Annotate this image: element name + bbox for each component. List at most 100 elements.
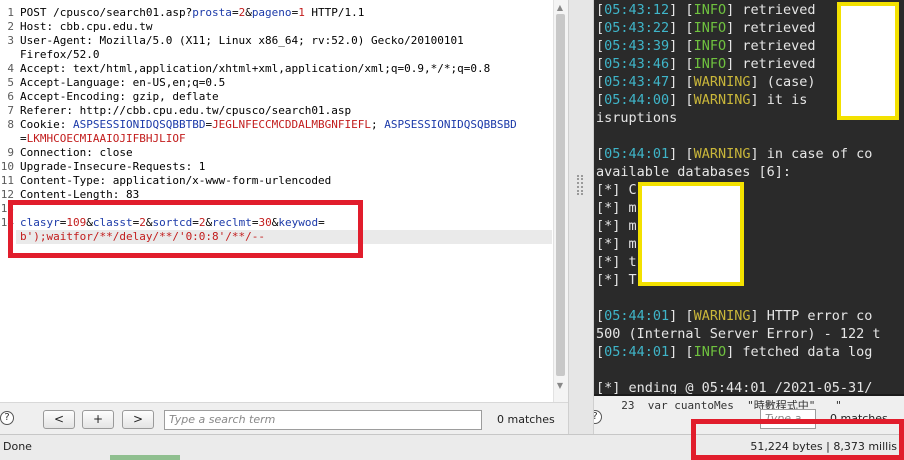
terminal-line: [05:43:46] [INFO] retrieved xyxy=(596,55,815,73)
request-token: prosta xyxy=(192,6,232,19)
terminal-token: [ xyxy=(596,2,605,18)
request-token: pageno xyxy=(251,6,292,19)
search-match-count: 0 matches xyxy=(497,413,555,426)
terminal-line: [05:43:39] [INFO] retrieved xyxy=(596,37,815,55)
terminal-token: [ xyxy=(596,146,605,162)
terminal-token: WARNING xyxy=(693,92,751,108)
search-add-button[interactable]: + xyxy=(82,410,114,429)
terminal-token: ] it is xyxy=(750,92,808,108)
terminal-line: [05:44:01] [INFO] fetched data log xyxy=(596,343,872,361)
search-prev-button[interactable]: < xyxy=(43,410,75,429)
sqlmap-terminal: [05:43:12] [INFO] retrieved [05:43:22] [I… xyxy=(594,0,904,396)
terminal-line: [*] m xyxy=(596,235,637,253)
terminal-token: ] retrieved xyxy=(726,2,816,18)
help-icon[interactable]: ? xyxy=(0,411,14,425)
request-line: Cookie: ASPSESSIONIDQSQBBTBD=JEGLNFECCMC… xyxy=(20,118,517,132)
terminal-line: [05:43:12] [INFO] retrieved xyxy=(596,1,815,19)
terminal-token: ] [ xyxy=(669,74,694,90)
terminal-line: [*] C xyxy=(596,181,637,199)
request-token: Accept-Language: en-US,en;q=0.5 xyxy=(20,76,226,89)
terminal-token: 05:43:47 xyxy=(604,74,670,90)
terminal-token: ] [ xyxy=(669,20,694,36)
request-line: Firefox/52.0 xyxy=(20,48,99,62)
request-token: JEGLNFECCMCDDALMBGNFIEFL xyxy=(212,118,372,131)
line-number: 4 xyxy=(7,62,14,75)
terminal-token: ] [ xyxy=(669,146,694,162)
line-number: 1 xyxy=(7,6,14,19)
terminal-token: ] (case) xyxy=(750,74,816,90)
terminal-line: [05:44:00] [WARNING] it is xyxy=(596,91,807,109)
search-next-button[interactable]: > xyxy=(122,410,154,429)
terminal-token: ] [ xyxy=(669,92,694,108)
request-token: = xyxy=(20,132,27,145)
terminal-token: 05:44:01 xyxy=(604,308,670,324)
terminal-token: [ xyxy=(596,308,605,324)
terminal-token: [ xyxy=(596,56,605,72)
terminal-token: ] retrieved xyxy=(726,38,816,54)
terminal-token: ] HTTP error co xyxy=(750,308,873,324)
terminal-token: 05:44:01 xyxy=(604,344,670,360)
terminal-token: [*] T xyxy=(596,272,637,288)
terminal-line: [*] m xyxy=(596,199,637,217)
terminal-line: available databases [6]: xyxy=(596,163,791,181)
terminal-token: [ xyxy=(596,344,605,360)
terminal-token: 05:43:22 xyxy=(604,20,670,36)
line-number: 9 xyxy=(7,146,14,159)
terminal-token: ] [ xyxy=(669,2,694,18)
request-token: ; xyxy=(371,118,385,131)
request-token: User-Agent: Mozilla/5.0 (X11; Linux x86_… xyxy=(20,34,464,47)
terminal-token: INFO xyxy=(693,20,727,36)
request-line: POST /cpusco/search01.asp?prosta=2&pagen… xyxy=(20,6,364,20)
terminal-token: ] [ xyxy=(669,344,694,360)
scrollbar-thumb[interactable] xyxy=(556,14,565,376)
request-token: Firefox/52.0 xyxy=(20,48,100,61)
request-token: Connection: close xyxy=(20,146,133,159)
redaction-box xyxy=(837,2,899,120)
terminal-token: [*] m xyxy=(596,236,637,252)
response-help-icon[interactable]: ? xyxy=(594,410,602,424)
status-text: Done xyxy=(3,440,32,453)
request-line: Content-Type: application/x-www-form-url… xyxy=(20,174,331,188)
terminal-line: [*] T xyxy=(596,271,637,289)
request-token: ASPSESSIONIDQSQBBSBD xyxy=(384,118,517,131)
line-number: 7 xyxy=(7,104,14,117)
terminal-line: [*] ending @ 05:44:01 /2021-05-31/ xyxy=(596,379,872,394)
request-token: POST /cpusco/search01.asp? xyxy=(20,6,193,19)
terminal-token: INFO xyxy=(693,56,727,72)
line-number: 10 xyxy=(0,160,14,173)
terminal-token: INFO xyxy=(693,344,727,360)
terminal-token: [ xyxy=(596,74,605,90)
line-number: 3 xyxy=(7,34,14,47)
pane-divider[interactable] xyxy=(568,0,594,434)
scroll-down-arrow-icon[interactable]: ▼ xyxy=(555,382,565,390)
search-input[interactable]: Type a search term xyxy=(164,410,482,430)
divider-grip-icon[interactable] xyxy=(577,175,583,195)
terminal-line: [05:44:01] [WARNING] HTTP error co xyxy=(596,307,872,325)
request-token: ASPSESSIONIDQSQBBTBD xyxy=(72,118,206,131)
terminal-token: ] [ xyxy=(669,38,694,54)
terminal-line: 500 (Internal Server Error) - 122 t xyxy=(596,325,880,343)
response-time-highlight-annotation xyxy=(691,419,904,460)
request-token: & xyxy=(245,6,252,19)
terminal-token: ] fetched data log xyxy=(726,344,873,360)
redaction-box xyxy=(638,182,744,286)
line-number: 6 xyxy=(7,90,14,103)
terminal-line: [*] m xyxy=(596,217,637,235)
request-line: Upgrade-Insecure-Requests: 1 xyxy=(20,160,205,174)
terminal-token: ] in case of co xyxy=(750,146,873,162)
line-number: 5 xyxy=(7,76,14,89)
line-number: 2 xyxy=(7,20,14,33)
terminal-token: WARNING xyxy=(693,308,751,324)
terminal-token: ] [ xyxy=(669,56,694,72)
terminal-token: 500 (Internal Server Error) - 122 t xyxy=(596,326,881,342)
line-number: 11 xyxy=(0,174,14,187)
request-token: 1 xyxy=(298,6,305,19)
request-line: Accept-Language: en-US,en;q=0.5 xyxy=(20,76,225,90)
request-token: Accept: text/html,application/xhtml+xml,… xyxy=(20,62,491,75)
terminal-token: WARNING xyxy=(693,74,751,90)
terminal-token: isruptions xyxy=(596,110,678,126)
payload-highlight-annotation xyxy=(8,200,363,258)
request-line: User-Agent: Mozilla/5.0 (X11; Linux x86_… xyxy=(20,34,464,48)
request-line: Accept-Encoding: gzip, deflate xyxy=(20,90,219,104)
scroll-up-arrow-icon[interactable]: ▲ xyxy=(555,4,565,12)
